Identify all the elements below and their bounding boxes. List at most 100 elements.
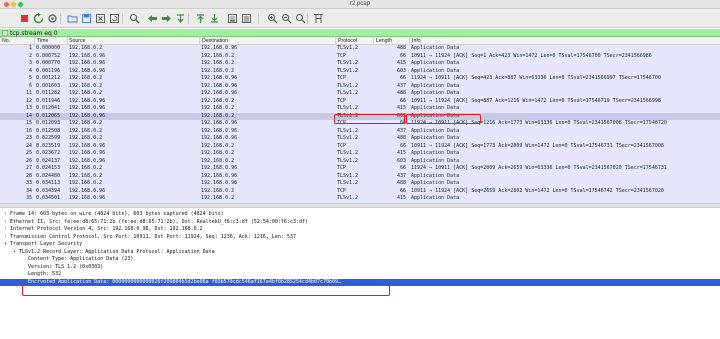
packet-row[interactable]: 6 0.001603 192.168.0.2 192.168.0.96 TLSv1.2 4… xyxy=(0,83,720,91)
toolbar-separator xyxy=(122,13,123,24)
zoom-out-button[interactable] xyxy=(280,12,292,24)
packet-row[interactable]: 27 0.024153 192.168.0.2 192.168.0.96 TCP 66 11… xyxy=(0,165,720,173)
bookmark-filter-icon[interactable] xyxy=(2,30,8,36)
column-header-destination[interactable]: Destination xyxy=(202,38,228,44)
zoom-in-button[interactable] xyxy=(266,12,278,24)
detail-tree-item[interactable]: › Frame 14: 603 bytes on wire (4824 bits)… xyxy=(0,211,720,219)
save-file-button[interactable] xyxy=(80,12,92,24)
go-to-packet-button[interactable] xyxy=(174,12,186,24)
packet-length: 66 xyxy=(399,142,406,149)
close-file-button[interactable] xyxy=(94,12,106,24)
collapse-arrow-icon[interactable]: ▾ xyxy=(4,241,7,249)
packet-protocol: TLSv1.2 xyxy=(337,150,359,156)
highlight-info-annotation xyxy=(406,114,481,124)
packet-row[interactable]: 4 0.001196 192.168.0.96 192.168.0.2 TLSv1.2 6… xyxy=(0,68,720,76)
expand-arrow-icon[interactable]: › xyxy=(4,226,7,234)
column-header-source[interactable]: Source xyxy=(69,38,85,44)
packet-protocol: TLSv1.2 xyxy=(337,60,359,66)
expand-arrow-icon[interactable]: › xyxy=(4,219,7,227)
packet-row[interactable]: 24 0.023519 192.168.0.96 192.168.0.2 TCP 66 10… xyxy=(0,143,720,151)
detail-tree-item[interactable]: › Transmission Control Protocol, Src Port… xyxy=(0,234,720,242)
packet-row[interactable]: 12 0.011946 192.168.0.96 192.168.0.2 TCP 66 10… xyxy=(0,98,720,106)
packet-row[interactable]: 25 0.023672 192.168.0.96 192.168.0.2 TLSv1.2… xyxy=(0,150,720,158)
packet-destination: 192.168.0.2 xyxy=(201,150,235,156)
highlight-protocol-annotation xyxy=(334,114,405,124)
packet-protocol: TCP xyxy=(337,165,347,171)
expand-arrow-icon[interactable]: › xyxy=(4,211,7,219)
packet-row[interactable]: 26 0.024137 192.168.0.96 192.168.0.2 TLSv1.2… xyxy=(0,158,720,166)
packet-row[interactable]: 13 0.012041 192.168.0.96 192.168.0.2 TLSv1.2… xyxy=(0,105,720,113)
reload-file-icon xyxy=(109,13,119,23)
reload-file-button[interactable] xyxy=(108,12,120,24)
auto-scroll-button[interactable] xyxy=(226,12,238,24)
find-packet-button[interactable] xyxy=(128,12,140,24)
packet-row[interactable]: 33 0.034113 192.168.0.2 192.168.0.96 TLSv1.2… xyxy=(0,180,720,188)
detail-tree-label: TLSv1.2 Record Layer: Application Data P… xyxy=(19,248,215,255)
packet-time: 0.023519 xyxy=(36,142,61,149)
detail-tree-item[interactable]: ▾ TLSv1.2 Record Layer: Application Data … xyxy=(0,249,720,257)
column-divider[interactable] xyxy=(67,37,68,45)
packet-row[interactable]: 5 0.001212 192.168.0.2 192.168.0.96 TCP 66 119… xyxy=(0,75,720,83)
column-divider[interactable] xyxy=(34,37,35,45)
auto-scroll-icon xyxy=(227,13,237,23)
toolbar-separator xyxy=(60,13,61,24)
packet-row[interactable]: 35 0.034501 192.168.0.96 192.168.0.2 TLSv1.2… xyxy=(0,195,720,203)
column-divider[interactable] xyxy=(199,37,200,45)
packet-source: 192.168.0.2 xyxy=(69,75,103,81)
column-header-protocol[interactable]: Protocol xyxy=(338,38,357,44)
shark-fin-start-button[interactable] xyxy=(4,12,16,24)
restart-capture-button[interactable] xyxy=(32,12,44,24)
packet-row[interactable]: 28 0.024480 192.168.0.2 192.168.0.96 TLSv1.2… xyxy=(0,173,720,181)
detail-tree-item[interactable]: ▾ Transport Layer Security xyxy=(0,241,720,249)
go-last-button[interactable] xyxy=(208,12,220,24)
detail-tree-label: Version: TLS 1.2 (0x0303) xyxy=(28,263,104,270)
packet-destination: 192.168.0.96 xyxy=(201,135,238,141)
packet-number: 25 xyxy=(25,150,32,156)
packet-row[interactable]: 23 0.022599 192.168.0.2 192.168.0.96 TLSv1.2… xyxy=(0,135,720,143)
packet-protocol: TCP xyxy=(337,97,347,104)
packet-row[interactable]: 1 0.000000 192.168.0.2 192.168.0.96 TLSv1.2 4… xyxy=(0,45,720,53)
detail-tree-item[interactable]: › Internet Protocol Version 4, Src: 192.1… xyxy=(0,226,720,234)
packet-time: 0.001196 xyxy=(36,67,61,74)
detail-tree-item[interactable]: › Ethernet II, Src: fe:ee:d8:65:71:2b (fe… xyxy=(0,219,720,227)
packet-protocol: TLSv1.2 xyxy=(337,105,359,111)
packet-row[interactable]: 34 0.034394 192.168.0.96 192.168.0.2 TCP 66 10… xyxy=(0,188,720,196)
packet-number: 5 xyxy=(28,75,32,81)
column-divider[interactable] xyxy=(409,37,410,45)
packet-row[interactable]: 3 0.000770 192.168.0.96 192.168.0.2 TLSv1.2 4… xyxy=(0,60,720,68)
packet-details-pane[interactable]: › Frame 14: 603 bytes on wire (4824 bits)… xyxy=(0,208,720,339)
main-toolbar xyxy=(0,9,720,28)
colorize-button[interactable] xyxy=(240,12,252,24)
column-header-time[interactable]: Time xyxy=(37,38,48,44)
capture-options-button[interactable] xyxy=(46,12,58,24)
highlight-encrypted-data-annotation xyxy=(22,283,390,296)
packet-list[interactable]: 1 0.000000 192.168.0.2 192.168.0.96 TLSv1.2 4… xyxy=(0,45,720,203)
display-filter-bar[interactable]: tcp.stream eq 0 xyxy=(0,29,720,37)
column-divider[interactable] xyxy=(373,37,374,45)
column-header-no[interactable]: No. xyxy=(2,38,10,44)
packet-row[interactable]: 16 0.012508 192.168.0.2 192.168.0.96 TLSv1.2… xyxy=(0,128,720,136)
packet-row[interactable]: 2 0.000752 192.168.0.96 192.168.0.2 TCP 66 109… xyxy=(0,53,720,61)
detail-tree-item[interactable]: Length: 532 xyxy=(0,271,720,279)
packet-destination: 192.168.0.96 xyxy=(201,172,238,179)
packet-destination: 192.168.0.2 xyxy=(201,52,235,59)
normal-size-button[interactable] xyxy=(294,12,306,24)
detail-tree-item[interactable]: Content Type: Application Data (23) xyxy=(0,256,720,264)
open-file-button[interactable] xyxy=(66,12,78,24)
packet-row[interactable]: 11 0.011282 192.168.0.2 192.168.0.96 TLSv1.2… xyxy=(0,90,720,98)
display-filter-input[interactable]: tcp.stream eq 0 xyxy=(10,30,58,37)
zoom-out-icon xyxy=(281,13,291,23)
go-first-button[interactable] xyxy=(194,12,206,24)
packet-source: 192.168.0.2 xyxy=(69,82,103,89)
packet-info: 10911 → 11924 [ACK] Seq=887 Ack=1216 Win… xyxy=(411,97,661,104)
stop-capture-button[interactable] xyxy=(18,12,30,24)
go-forward-button[interactable] xyxy=(160,12,172,24)
collapse-arrow-icon[interactable]: ▾ xyxy=(13,249,16,257)
column-divider[interactable] xyxy=(335,37,336,45)
resize-columns-button[interactable] xyxy=(312,12,324,24)
detail-tree-item[interactable]: Version: TLS 1.2 (0x0303) xyxy=(0,264,720,272)
expand-arrow-icon[interactable]: › xyxy=(4,234,7,242)
go-back-button[interactable] xyxy=(146,12,158,24)
column-header-info[interactable]: Info xyxy=(412,38,421,44)
column-header-length[interactable]: Length xyxy=(376,38,392,44)
